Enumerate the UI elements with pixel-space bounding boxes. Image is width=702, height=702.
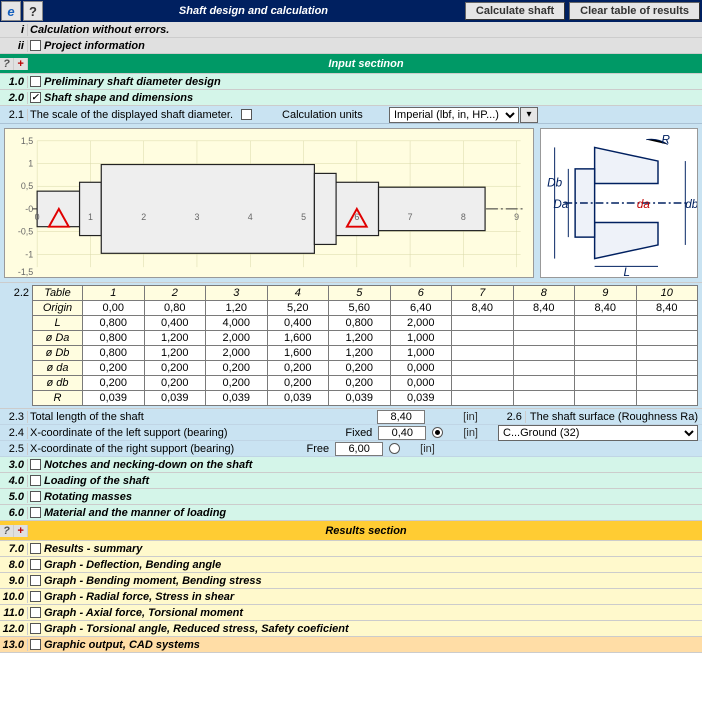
row-2-5: 2.5 X-coordinate of the right support (b… [0,441,702,457]
svg-text:L: L [624,266,631,277]
app-title: Shaft design and calculation [44,5,463,17]
table-row: ø da0,2000,2000,2000,2000,2000,000 [33,361,698,376]
svg-text:1: 1 [28,158,33,168]
section-9-0[interactable]: 9.0Graph - Bending moment, Bending stres… [0,573,702,589]
svg-text:Db: Db [547,176,562,189]
project-info-checkbox[interactable] [30,40,41,51]
section-7-0[interactable]: 7.0Results - summary [0,541,702,557]
s13-checkbox[interactable] [30,639,41,650]
input-expand[interactable]: + [14,58,28,70]
table-row: ø db0,2000,2000,2000,2000,2000,000 [33,376,698,391]
roughness-select[interactable]: C...Ground (32) [498,425,698,441]
table-row: ø Da0,8001,2002,0001,6001,2001,000 [33,331,698,346]
help-icon[interactable]: ? [23,1,43,21]
right-support-x[interactable]: 6,00 [335,442,383,456]
svg-text:Da: Da [553,198,568,211]
total-length-value: 8,40 [377,410,425,424]
svg-text:1: 1 [88,212,93,222]
s3-checkbox[interactable] [30,459,41,470]
svg-text:7: 7 [408,212,413,222]
svg-text:0,5: 0,5 [21,181,33,191]
scale-checkbox[interactable] [241,109,252,120]
shaft-table[interactable]: Table 12345 678910 Origin 0,000,801,205,… [32,285,698,406]
svg-text:0: 0 [35,212,40,222]
section-3-0[interactable]: 3.0Notches and necking-down on the shaft [0,457,702,473]
s11-checkbox[interactable] [30,607,41,618]
section-4-0[interactable]: 4.0Loading of the shaft [0,473,702,489]
top-toolbar: e ? Shaft design and calculation Calcula… [0,0,702,22]
svg-text:3: 3 [195,212,200,222]
section-5-0[interactable]: 5.0Rotating masses [0,489,702,505]
chart-area: 1,5 1 0,5 -0 -0,5 -1 -1,5 0 1 2 3 4 5 6 7 8 9 [0,124,702,283]
s4-checkbox[interactable] [30,475,41,486]
section-13-0[interactable]: 13.0Graphic output, CAD systems [0,637,702,653]
svg-text:-0: -0 [25,204,33,214]
results-help[interactable]: ? [0,525,14,537]
row-2-2: 2.2 Table 12345 678910 Origin 0,000,801,… [0,283,702,409]
left-support-radio[interactable] [432,427,443,438]
table-row: R0,0390,0390,0390,0390,0390,039 [33,391,698,406]
row-project-info[interactable]: ii Project information [0,38,702,54]
svg-text:6: 6 [354,212,359,222]
units-more-button[interactable]: ▾ [520,107,538,123]
section-8-0[interactable]: 8.0Graph - Deflection, Bending angle [0,557,702,573]
section-10-0[interactable]: 10.0Graph - Radial force, Stress in shea… [0,589,702,605]
section-11-0[interactable]: 11.0Graph - Axial force, Torsional momen… [0,605,702,621]
section-12-0[interactable]: 12.0Graph - Torsional angle, Reduced str… [0,621,702,637]
svg-text:5: 5 [301,212,306,222]
calculate-button[interactable]: Calculate shaft [465,2,565,20]
svg-text:db: db [685,198,697,211]
s9-checkbox[interactable] [30,575,41,586]
roughness-label: The shaft surface (Roughness Ra) [526,411,698,423]
section-2-0[interactable]: 2.0 ✓ Shaft shape and dimensions [0,90,702,106]
calc-units-label: Calculation units [282,109,363,121]
svg-text:da: da [637,198,651,211]
svg-text:R: R [662,134,671,147]
table-row: L0,8000,4004,0000,4000,8002,000 [33,316,698,331]
calc-status: Calculation without errors. [28,24,702,36]
svg-text:9: 9 [514,212,519,222]
row-2-3: 2.3 Total length of the shaft 8,40 [in] … [0,409,702,425]
row-2-1: 2.1 The scale of the displayed shaft dia… [0,106,702,124]
input-section-header: ? + Input sectinon [0,54,702,74]
clear-results-button[interactable]: Clear table of results [569,2,700,20]
shaft-dimension-diagram: R Db Da da db L [540,128,698,278]
svg-text:1,5: 1,5 [21,136,33,146]
svg-text:2: 2 [141,212,146,222]
right-support-radio[interactable] [389,443,400,454]
svg-text:-0,5: -0,5 [18,227,33,237]
section-6-0[interactable]: 6.0Material and the manner of loading [0,505,702,521]
svg-text:8: 8 [461,212,466,222]
shaft-profile-chart: 1,5 1 0,5 -0 -0,5 -1 -1,5 0 1 2 3 4 5 6 7 8 9 [4,128,534,278]
s6-checkbox[interactable] [30,507,41,518]
svg-text:-1: -1 [25,249,33,259]
left-support-x[interactable]: 0,40 [378,426,426,440]
app-icon[interactable]: e [1,1,21,21]
s10-checkbox[interactable] [30,591,41,602]
row-info-i: i Calculation without errors. [0,22,702,38]
s12-checkbox[interactable] [30,623,41,634]
units-select[interactable]: Imperial (lbf, in, HP...) [389,107,519,123]
s8-checkbox[interactable] [30,559,41,570]
row-2-4: 2.4 X-coordinate of the left support (be… [0,425,702,441]
s1-checkbox[interactable] [30,76,41,87]
s5-checkbox[interactable] [30,491,41,502]
section-1-0[interactable]: 1.0 Preliminary shaft diameter design [0,74,702,90]
s7-checkbox[interactable] [30,543,41,554]
svg-text:4: 4 [248,212,253,222]
input-help[interactable]: ? [0,58,14,70]
table-row: ø Db0,8001,2002,0001,6001,2001,000 [33,346,698,361]
results-expand[interactable]: + [14,525,28,537]
s2-checkbox[interactable]: ✓ [30,92,41,103]
results-section-header: ? + Results section [0,521,702,541]
svg-text:-1,5: -1,5 [18,267,33,277]
